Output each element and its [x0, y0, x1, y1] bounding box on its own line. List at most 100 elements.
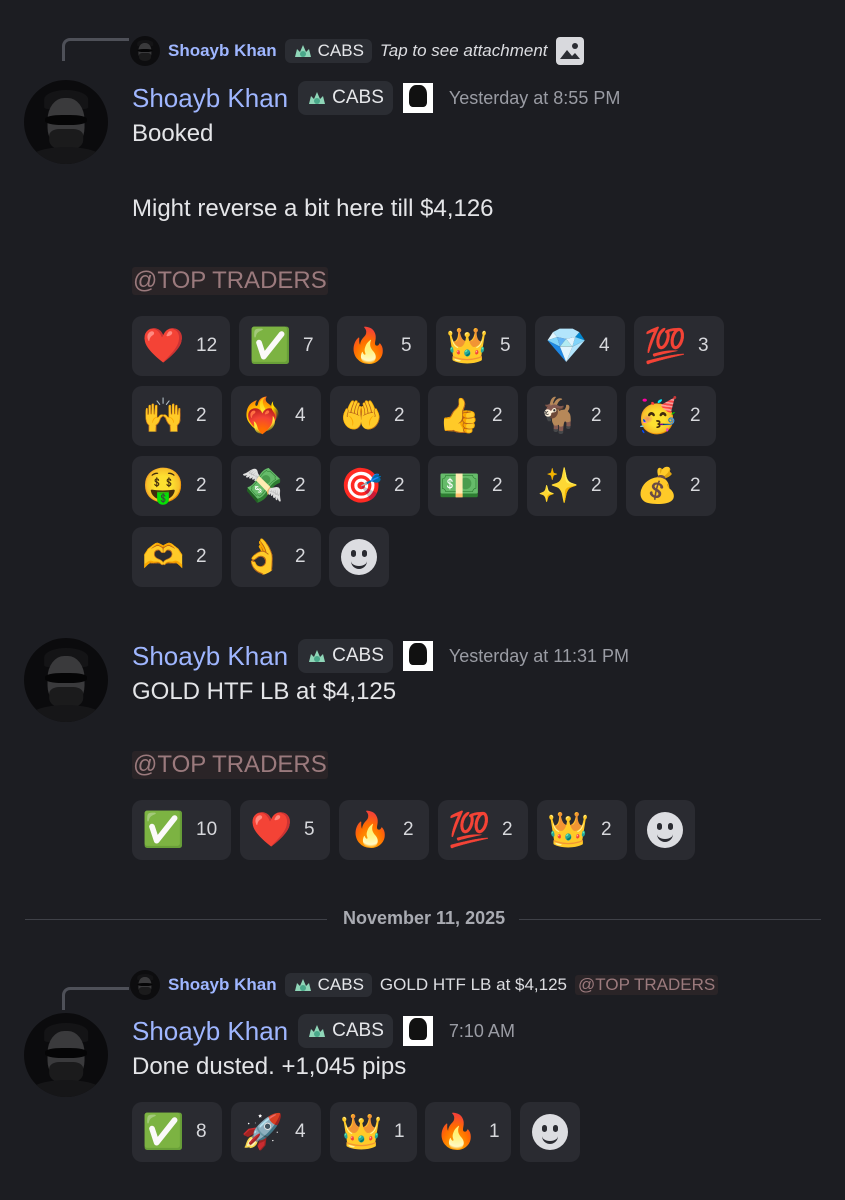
- clan-tag[interactable]: CABS: [298, 639, 393, 673]
- reaction-count: 4: [599, 335, 610, 356]
- crown-icon: 👑: [446, 326, 489, 366]
- reply-author[interactable]: Shoayb Khan: [168, 41, 277, 61]
- reaction-heart[interactable]: ❤️ 5: [240, 800, 330, 860]
- ok-hand-icon: 👌: [241, 537, 284, 577]
- fire-icon: 🔥: [347, 326, 390, 366]
- reply-connector: [62, 38, 129, 61]
- message-line: Might reverse a bit here till $4,126: [132, 195, 494, 222]
- reply-preview[interactable]: Shoayb Khan CABS GOLD HTF LB at $4,125 @…: [130, 970, 719, 1000]
- check-icon: ✅: [142, 1112, 185, 1152]
- reaction-count: 10: [196, 819, 218, 840]
- reaction-fire[interactable]: 🔥 2: [339, 800, 429, 860]
- reaction-count: 2: [591, 475, 602, 496]
- reaction-count: 7: [303, 335, 314, 356]
- rocket-icon: 🚀: [241, 1112, 284, 1152]
- reply-preview[interactable]: Shoayb Khan CABS Tap to see attachment: [130, 36, 584, 66]
- fire-icon: 🔥: [349, 810, 392, 850]
- reply-tag: CABS: [284, 39, 372, 63]
- reply-text[interactable]: GOLD HTF LB at $4,125: [380, 975, 567, 995]
- reaction-ok-hand[interactable]: 👌 2: [231, 527, 321, 587]
- timestamp[interactable]: Yesterday at 11:31 PM: [449, 646, 629, 667]
- reaction-party[interactable]: 🥳 2: [626, 386, 716, 446]
- reply-author[interactable]: Shoayb Khan: [168, 975, 277, 995]
- reaction-money-mouth[interactable]: 🤑 2: [132, 456, 222, 516]
- reaction-money-bag[interactable]: 💰 2: [626, 456, 716, 516]
- add-reaction-button[interactable]: [329, 527, 389, 587]
- author-name[interactable]: Shoayb Khan: [132, 1016, 288, 1047]
- reaction-rocket[interactable]: 🚀 4: [231, 1102, 321, 1162]
- reaction-heart[interactable]: ❤️ 12: [132, 316, 230, 376]
- reaction-count: 5: [401, 335, 412, 356]
- author-name[interactable]: Shoayb Khan: [132, 641, 288, 672]
- add-reaction-icon: [647, 812, 683, 848]
- reaction-crown[interactable]: 👑 2: [537, 800, 627, 860]
- reaction-hundred[interactable]: 💯 2: [438, 800, 528, 860]
- heart-on-fire-icon: ❤️‍🔥: [241, 396, 284, 436]
- reaction-count: 1: [489, 1121, 500, 1142]
- clan-tag[interactable]: CABS: [298, 81, 393, 115]
- reaction-count: 2: [394, 405, 405, 426]
- reply-mention[interactable]: @TOP TRADERS: [575, 975, 719, 995]
- clan-badge-icon: [309, 1025, 326, 1037]
- reply-text[interactable]: Tap to see attachment: [380, 41, 548, 61]
- timestamp[interactable]: 7:10 AM: [449, 1021, 515, 1042]
- reaction-count: 12: [196, 335, 218, 356]
- reaction-raising-hands[interactable]: 🙌 2: [132, 386, 222, 446]
- reaction-fire[interactable]: 🔥 5: [337, 316, 427, 376]
- reaction-palms-up[interactable]: 🤲 2: [330, 386, 420, 446]
- reaction-count: 2: [196, 475, 207, 496]
- reaction-count: 5: [304, 819, 315, 840]
- reaction-money-wings[interactable]: 💸 2: [231, 456, 321, 516]
- reaction-hundred[interactable]: 💯 3: [634, 316, 724, 376]
- avatar[interactable]: [24, 638, 108, 722]
- reaction-heart-hands[interactable]: 🫶 2: [132, 527, 222, 587]
- reaction-count: 2: [403, 819, 414, 840]
- timestamp[interactable]: Yesterday at 8:55 PM: [449, 88, 620, 109]
- image-icon: [555, 37, 584, 65]
- reaction-target[interactable]: 🎯 2: [330, 456, 420, 516]
- avatar[interactable]: [24, 80, 108, 164]
- role-badge-icon: [402, 83, 433, 113]
- reaction-crown[interactable]: 👑 1: [330, 1102, 417, 1162]
- check-icon: ✅: [142, 810, 185, 850]
- reaction-check[interactable]: ✅ 7: [239, 316, 329, 376]
- thumbs-up-icon: 👍: [438, 396, 481, 436]
- hundred-icon: 💯: [644, 326, 687, 366]
- author-name[interactable]: Shoayb Khan: [132, 83, 288, 114]
- reaction-count: 5: [500, 335, 511, 356]
- heart-icon: ❤️: [250, 810, 293, 850]
- raising-hands-icon: 🙌: [142, 396, 185, 436]
- reaction-count: 2: [601, 819, 612, 840]
- reaction-count: 2: [690, 475, 701, 496]
- add-reaction-button[interactable]: [520, 1102, 580, 1162]
- message-line: Done dusted. +1,045 pips: [132, 1053, 407, 1080]
- reaction-heart-on-fire[interactable]: ❤️‍🔥 4: [231, 386, 321, 446]
- reaction-crown[interactable]: 👑 5: [436, 316, 526, 376]
- party-face-icon: 🥳: [636, 396, 679, 436]
- reaction-check[interactable]: ✅ 8: [132, 1102, 222, 1162]
- reaction-count: 1: [394, 1121, 405, 1142]
- reaction-sparkles[interactable]: ✨ 2: [527, 456, 617, 516]
- role-badge-icon: [402, 1016, 433, 1046]
- goat-icon: 🐐: [537, 396, 580, 436]
- message-header: Shoayb Khan CABS 7:10 AM: [132, 1013, 515, 1049]
- reaction-gem[interactable]: 💎 4: [535, 316, 625, 376]
- clan-badge-icon: [309, 92, 326, 104]
- reaction-fire[interactable]: 🔥 1: [425, 1102, 511, 1162]
- role-mention[interactable]: @TOP TRADERS: [132, 751, 328, 779]
- role-mention[interactable]: @TOP TRADERS: [132, 267, 328, 295]
- add-reaction-button[interactable]: [635, 800, 695, 860]
- reaction-dollar[interactable]: 💵 2: [428, 456, 518, 516]
- reaction-check[interactable]: ✅ 10: [132, 800, 231, 860]
- avatar[interactable]: [24, 1013, 108, 1097]
- reaction-count: 2: [196, 405, 207, 426]
- reply-tag-label: CABS: [317, 41, 364, 60]
- clan-tag[interactable]: CABS: [298, 1014, 393, 1048]
- date-divider-line: [25, 919, 327, 920]
- reaction-goat[interactable]: 🐐 2: [527, 386, 617, 446]
- add-reaction-icon: [532, 1114, 568, 1150]
- dollar-bill-icon: 💵: [438, 466, 481, 506]
- reply-avatar: [130, 36, 160, 66]
- reaction-thumbs-up[interactable]: 👍 2: [428, 386, 518, 446]
- money-wings-icon: 💸: [241, 466, 284, 506]
